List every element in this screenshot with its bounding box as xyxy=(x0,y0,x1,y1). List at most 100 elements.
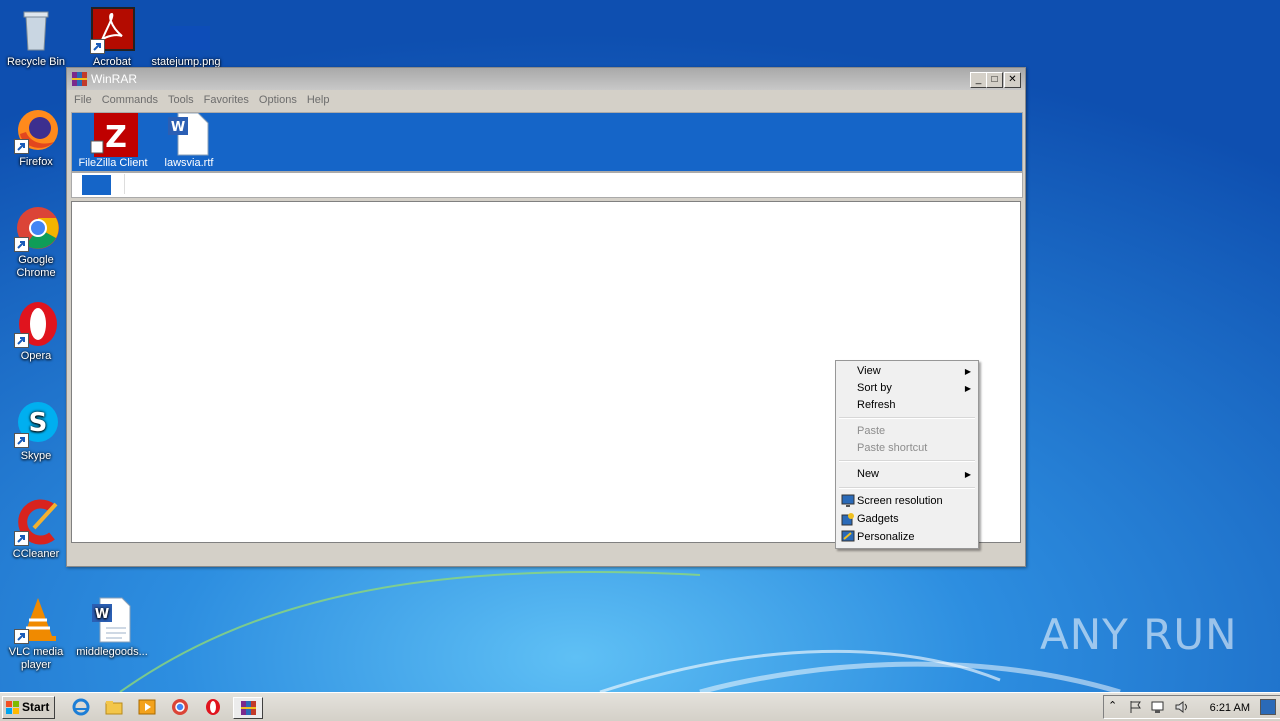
menu-item-label: New xyxy=(857,468,880,480)
start-button[interactable]: Start xyxy=(2,696,55,719)
firefox-icon xyxy=(12,106,60,154)
desktop-icon-label: middlegoods... xyxy=(76,646,148,658)
menu-item-sort-by[interactable]: Sort by ▶ xyxy=(838,380,976,397)
gadgets-icon xyxy=(841,513,854,526)
desktop-icon-firefox[interactable]: Firefox xyxy=(0,106,72,169)
close-button[interactable]: ✕ xyxy=(1004,72,1021,88)
internet-explorer-icon[interactable] xyxy=(70,697,92,717)
chrome-icon xyxy=(12,204,60,252)
desktop-icon-label: VLC media player xyxy=(8,646,64,671)
menu-item-label: Paste shortcut xyxy=(857,442,928,454)
menu-item-view[interactable]: View ▶ xyxy=(838,363,976,380)
desktop-icon-vlc[interactable]: VLC media player xyxy=(0,596,72,672)
watermark-logo: ANY RUN xyxy=(1040,610,1238,659)
menu-help[interactable]: Help xyxy=(302,90,335,110)
desktop-icon-recycle-bin[interactable]: Recycle Bin xyxy=(0,6,72,69)
desktop-icon-label: Skype xyxy=(20,450,52,462)
start-label: Start xyxy=(22,700,50,714)
show-desktop-button[interactable] xyxy=(1260,699,1276,715)
recycle-bin-icon xyxy=(12,6,60,54)
menu-item-screen-resolution[interactable]: Screen resolution xyxy=(838,493,976,510)
svg-text:Z: Z xyxy=(105,120,127,155)
network-icon[interactable] xyxy=(1150,700,1166,714)
taskbar: Start ⌃ 6:21 AM xyxy=(0,692,1280,721)
word-document-icon: W xyxy=(88,596,136,644)
toolbar-item-label: FileZilla Client xyxy=(78,157,148,169)
menu-item-new[interactable]: New ▶ xyxy=(838,466,976,483)
desktop-icon-middlegoods[interactable]: W middlegoods... xyxy=(76,596,148,659)
screen-resolution-icon xyxy=(841,494,855,507)
svg-text:S: S xyxy=(29,408,48,438)
personalize-icon xyxy=(841,530,855,542)
volume-icon[interactable] xyxy=(1174,700,1190,714)
action-center-flag-icon[interactable] xyxy=(1128,700,1142,714)
svg-text:W: W xyxy=(95,607,109,622)
maximize-button[interactable]: □ xyxy=(986,72,1003,88)
menu-item-label: Sort by xyxy=(857,382,892,394)
shortcut-arrow-icon xyxy=(14,433,29,448)
toolbar-item-filezilla[interactable]: Z FileZilla Client xyxy=(74,113,152,169)
desktop-icon-opera[interactable]: Opera xyxy=(0,300,72,363)
address-bar xyxy=(71,172,1023,198)
submenu-arrow-icon: ▶ xyxy=(964,384,971,393)
menu-commands[interactable]: Commands xyxy=(97,90,163,110)
menu-options[interactable]: Options xyxy=(254,90,302,110)
desktop-icon-acrobat[interactable]: Acrobat xyxy=(76,6,148,69)
menu-file[interactable]: File xyxy=(69,90,97,110)
shortcut-arrow-icon xyxy=(14,629,29,644)
word-document-icon: W xyxy=(168,113,209,156)
menu-item-label: View xyxy=(857,365,881,377)
shortcut-arrow-icon xyxy=(90,39,105,54)
menu-favorites[interactable]: Favorites xyxy=(199,90,254,110)
show-hidden-icons-icon[interactable]: ⌃ xyxy=(1108,699,1117,712)
shortcut-arrow-icon xyxy=(14,531,29,546)
menu-item-personalize[interactable]: Personalize xyxy=(838,529,976,546)
minimize-button[interactable]: _ xyxy=(970,72,987,88)
windows-logo-icon xyxy=(6,701,19,714)
desktop-icon-statejump[interactable]: statejump.png xyxy=(150,6,222,69)
media-player-icon[interactable] xyxy=(136,697,158,717)
winrar-logo-icon xyxy=(72,72,87,86)
window-title: WinRAR xyxy=(91,72,138,86)
menu-separator xyxy=(839,487,975,489)
opera-icon[interactable] xyxy=(202,697,224,717)
menu-item-label: Gadgets xyxy=(857,513,899,525)
menu-item-refresh[interactable]: Refresh xyxy=(838,397,976,414)
desktop-icon-label: Firefox xyxy=(19,156,53,168)
toolbar-item-lawsvia[interactable]: W lawsvia.rtf xyxy=(150,113,228,169)
desktop-icon-chrome[interactable]: Google Chrome xyxy=(0,204,72,280)
ccleaner-icon xyxy=(12,498,60,546)
title-bar[interactable]: WinRAR _ □ ✕ xyxy=(67,68,1025,90)
menu-item-label: Screen resolution xyxy=(857,495,943,507)
up-folder-button[interactable] xyxy=(82,175,111,195)
menu-separator xyxy=(839,460,975,462)
menu-item-label: Paste xyxy=(857,425,886,437)
explorer-folder-icon[interactable] xyxy=(103,697,125,717)
clock[interactable]: 6:21 AM xyxy=(1210,702,1250,714)
toolbar: Z FileZilla Client W lawsvia.rtf xyxy=(71,112,1023,172)
opera-icon xyxy=(12,300,60,348)
shortcut-arrow-icon xyxy=(14,237,29,252)
taskbar-item-winrar[interactable] xyxy=(233,697,263,719)
acrobat-icon xyxy=(88,6,136,54)
desktop-icon-skype[interactable]: S Skype xyxy=(0,400,72,463)
winrar-logo-icon xyxy=(241,701,256,715)
image-file-icon xyxy=(162,6,210,54)
menu-item-label: Refresh xyxy=(857,399,896,411)
menu-tools[interactable]: Tools xyxy=(163,90,199,110)
skype-icon: S xyxy=(12,400,60,448)
submenu-arrow-icon: ▶ xyxy=(964,367,971,376)
menu-separator xyxy=(839,417,975,419)
svg-text:W: W xyxy=(171,120,185,135)
desktop-icon-label: Opera xyxy=(20,350,52,362)
desktop-icon-label: CCleaner xyxy=(12,548,60,560)
menu-bar: File Commands Tools Favorites Options Help xyxy=(69,90,1023,110)
shortcut-arrow-icon xyxy=(14,333,29,348)
system-tray: ⌃ 6:21 AM xyxy=(1103,695,1280,719)
menu-item-gadgets[interactable]: Gadgets xyxy=(838,511,976,528)
chrome-icon[interactable] xyxy=(169,697,191,717)
path-field[interactable] xyxy=(124,174,1020,194)
desktop-icon-label: Google Chrome xyxy=(16,254,56,279)
menu-item-paste: Paste xyxy=(838,423,976,440)
desktop-icon-ccleaner[interactable]: CCleaner xyxy=(0,498,72,561)
